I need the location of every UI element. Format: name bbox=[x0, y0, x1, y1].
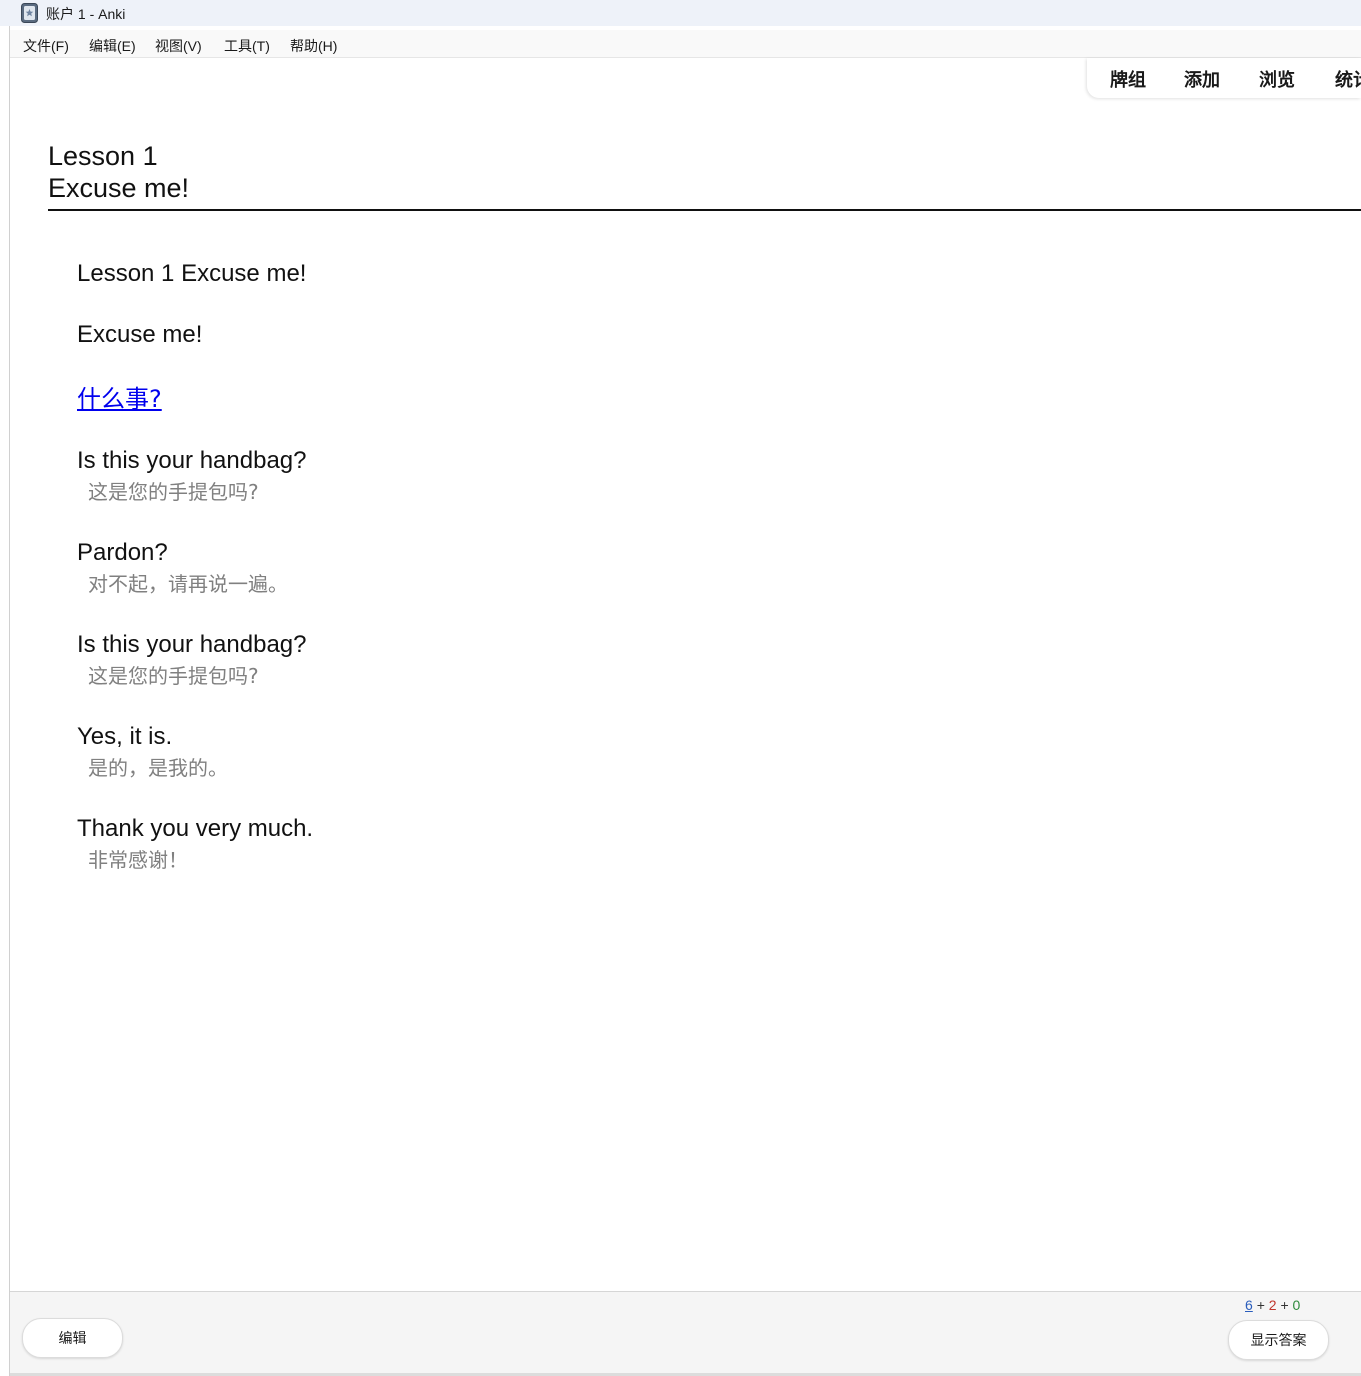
anki-window: 账户 1 - Anki 文件(F) 编辑(E) 视图(V) 工具(T) 帮助(H… bbox=[0, 0, 1361, 1376]
anki-app-icon bbox=[21, 3, 38, 23]
dialogue-en-line: Pardon? bbox=[77, 539, 168, 566]
show-answer-button[interactable]: 显示答案 bbox=[1228, 1320, 1329, 1360]
menu-tools[interactable]: 工具(T) bbox=[224, 36, 270, 56]
show-answer-button-label: 显示答案 bbox=[1250, 1333, 1307, 1349]
dialogue-en-line: Is this your handbag? bbox=[77, 631, 307, 658]
card-header-title: Excuse me! bbox=[48, 173, 190, 203]
window-title: 账户 1 - Anki bbox=[46, 6, 126, 22]
tab-add[interactable]: 添加 bbox=[1184, 66, 1220, 92]
dialogue-en-line: Thank you very much. bbox=[77, 815, 314, 842]
menu-help[interactable]: 帮助(H) bbox=[290, 36, 337, 56]
dialogue-cn-line: 是的，是我的。 bbox=[88, 756, 228, 780]
tab-stats[interactable]: 统计 bbox=[1335, 66, 1361, 92]
count-separator: + bbox=[1256, 1297, 1265, 1313]
edit-card-button[interactable]: 编辑 bbox=[22, 1318, 123, 1358]
menu-bar: 文件(F) 编辑(E) 视图(V) 工具(T) 帮助(H) bbox=[10, 30, 1361, 58]
card-header: Lesson 1 Excuse me! bbox=[48, 140, 189, 204]
tab-browse[interactable]: 浏览 bbox=[1259, 66, 1295, 92]
dialogue-en-line: Yes, it is. bbox=[77, 723, 173, 750]
main-toolbar: 牌组 添加 浏览 统计 bbox=[1087, 58, 1361, 98]
card-intro-line: Excuse me! bbox=[77, 321, 203, 348]
dialogue-cn-line: 对不起，请再说一遍。 bbox=[88, 572, 288, 596]
tab-decks[interactable]: 牌组 bbox=[1110, 66, 1146, 92]
dialogue-cn-line: 这是您的手提包吗? bbox=[88, 664, 259, 688]
dialogue-en-line: Is this your handbag? bbox=[77, 447, 307, 474]
card-content: Lesson 1 Excuse me! Excuse me! 什么事? Is t… bbox=[77, 258, 1077, 875]
review-bottom-bar bbox=[10, 1291, 1361, 1374]
window-frame-edge bbox=[9, 26, 10, 1376]
edit-card-button-label: 编辑 bbox=[58, 1331, 87, 1347]
new-count: 6 bbox=[1245, 1297, 1253, 1313]
audio-link[interactable]: 什么事? bbox=[77, 383, 162, 415]
menu-edit[interactable]: 编辑(E) bbox=[89, 36, 136, 56]
review-count: 0 bbox=[1292, 1297, 1301, 1313]
dialogue-cn-line: 非常感谢！ bbox=[88, 848, 188, 872]
card-header-lesson: Lesson 1 bbox=[48, 141, 158, 171]
dialogue-cn-line: 这是您的手提包吗? bbox=[88, 480, 259, 504]
title-bar: 账户 1 - Anki bbox=[0, 0, 1361, 26]
menu-view[interactable]: 视图(V) bbox=[155, 36, 202, 56]
header-divider bbox=[48, 209, 1361, 211]
card-title-line: Lesson 1 Excuse me! bbox=[77, 260, 307, 287]
due-counts: 6 + 2 + 0 bbox=[1245, 1297, 1300, 1313]
menu-file[interactable]: 文件(F) bbox=[23, 36, 69, 56]
count-separator: + bbox=[1280, 1297, 1289, 1313]
learning-count: 2 bbox=[1268, 1297, 1277, 1313]
